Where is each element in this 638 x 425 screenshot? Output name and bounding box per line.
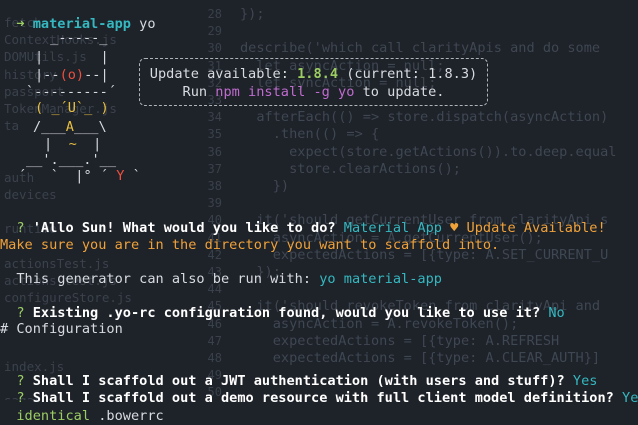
question-mark-icon: ? — [16, 220, 25, 236]
update-notice-line: Update available: 1.8.4 (current: 1.8.3) — [140, 66, 487, 83]
greeting-text: 'Allo Sun! What would you like to do? — [32, 220, 336, 236]
bowerrc-file: .bowerrc — [98, 408, 164, 424]
background-code-line: describe('which call clarityApis and do … — [240, 40, 601, 57]
yo-art-line: _-----_ — [42, 30, 108, 46]
background-code-line: store.clearActions(); — [240, 160, 461, 177]
yo-art-line: ( _´U`_ ) — [35, 100, 109, 116]
run-label: Run — [182, 84, 208, 100]
background-code-line: expectedActions = [{type: A.REFRESH — [240, 332, 560, 349]
background-line-number: 30 — [207, 41, 222, 56]
question-mark-icon: ? — [16, 305, 25, 321]
bottom-partial-line: identical .bowerrc — [0, 391, 164, 425]
question-answer: Yes — [622, 390, 638, 406]
background-file-entry: ta — [4, 118, 20, 134]
prompt-arrow-icon: ➜ — [16, 16, 25, 32]
scaffold-warning: Make sure you are in the directory you w… — [0, 237, 500, 253]
identical-label: identical — [16, 408, 91, 424]
update-available-label: Update available: — [149, 66, 289, 82]
yo-art-line: __'.___.'__ — [26, 152, 117, 168]
update-notice-box: Update available: 1.8.4 (current: 1.8.3)… — [139, 58, 488, 106]
background-line-number: 29 — [207, 24, 222, 39]
update-available-text: Update Available! — [466, 220, 606, 236]
background-code-line: expect(store.getActions()).to.deep.equal — [240, 143, 617, 160]
prompt-command: yo — [139, 16, 156, 32]
question-text: Existing .yo-rc configuration found, wou… — [32, 305, 541, 321]
yo-art-line: | | — [35, 49, 109, 65]
new-version: 1.8.4 — [297, 66, 339, 82]
background-file-entry: devices — [4, 187, 57, 202]
background-code-line: .then(() => { — [240, 126, 380, 143]
background-code-line: afterEach(() => store.dispatch(asyncActi… — [240, 109, 609, 126]
background-line-number: 37 — [207, 161, 222, 176]
current-version-label: (current: — [346, 66, 420, 82]
yo-art-line: `---------´ — [26, 84, 117, 100]
question-answer: No — [548, 305, 565, 321]
background-line-number: 28 — [207, 7, 222, 21]
npm-install-command: npm install -g yo — [215, 84, 355, 100]
yorc-question: ? Existing .yo-rc configuration found, w… — [0, 288, 565, 322]
shell-prompt: ➜ material-app yo — [0, 0, 156, 33]
heart-icon: ♥ — [450, 220, 459, 236]
background-line-number: 34 — [207, 110, 222, 125]
generator-hint-text: This generator can also be run with: — [16, 271, 312, 287]
yo-art-line: ´ ` |° ´ Y ` — [18, 168, 141, 184]
to-update-label: to update. — [362, 84, 445, 100]
background-code-line: }); — [240, 6, 265, 22]
background-line-number: 38 — [207, 179, 222, 193]
update-command-line: Run npm install -g yo to update. — [140, 84, 487, 101]
configuration-header: # Configuration — [0, 321, 123, 337]
background-line-number: 35 — [207, 127, 222, 142]
current-version: 1.8.3 — [428, 66, 470, 82]
background-code-line: }) — [240, 178, 290, 194]
generator-command: yo material-app — [319, 271, 442, 287]
yo-art-line: | ~ | — [44, 136, 102, 152]
yo-art-line: /___A___\ — [33, 119, 107, 135]
yo-art-line: |--(o)--| — [35, 67, 109, 83]
greeting-question: ? 'Allo Sun! What would you like to do? … — [0, 203, 606, 237]
paren-close: ) — [469, 66, 478, 82]
greeting-answer: Material App — [343, 220, 442, 236]
background-line-number: 47 — [207, 333, 222, 348]
generator-hint: This generator can also be run with: yo … — [0, 254, 442, 288]
background-line-number: 36 — [207, 144, 222, 159]
